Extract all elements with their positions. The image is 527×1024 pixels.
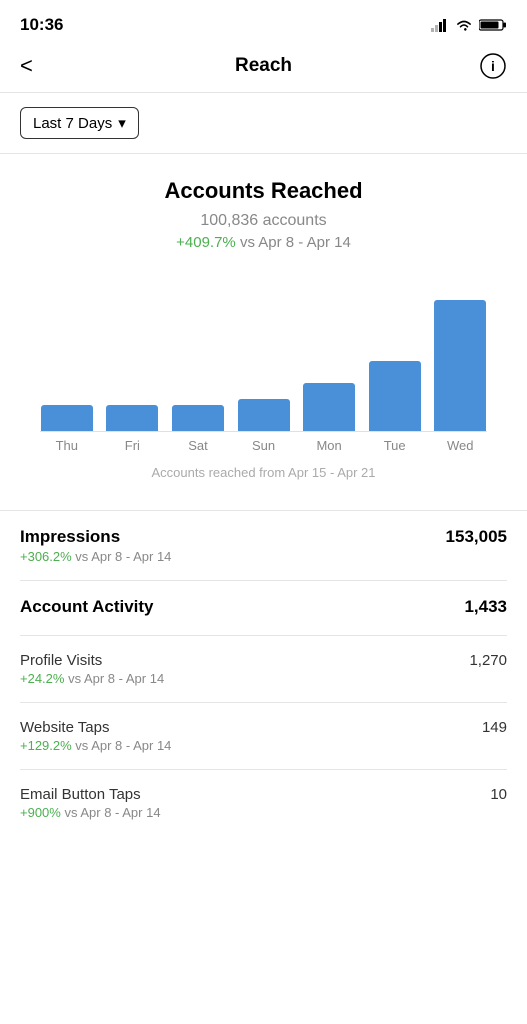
battery-icon bbox=[479, 18, 507, 32]
stat-header-website-taps: Website Taps 149 bbox=[20, 719, 507, 736]
stat-change-suffix-website-taps: vs Apr 8 - Apr 14 bbox=[72, 738, 172, 753]
status-icons bbox=[431, 18, 507, 32]
stat-change-positive-website-taps: +129.2% bbox=[20, 738, 72, 753]
chart-label-thu: Thu bbox=[34, 438, 100, 453]
status-time: 10:36 bbox=[20, 15, 63, 35]
chart-label-fri: Fri bbox=[100, 438, 166, 453]
bar-wrapper-fri bbox=[100, 405, 166, 431]
stat-label-profile-visits: Profile Visits bbox=[20, 652, 102, 669]
stat-row-account-activity: Account Activity 1,433 bbox=[20, 581, 507, 636]
stat-change-positive-impressions: +306.2% bbox=[20, 549, 72, 564]
stat-label-email-button-taps: Email Button Taps bbox=[20, 786, 141, 803]
nav-bar: < Reach i bbox=[0, 44, 527, 93]
wifi-icon bbox=[455, 18, 473, 32]
stat-value-profile-visits: 1,270 bbox=[469, 652, 507, 669]
stat-value-email-button-taps: 10 bbox=[490, 786, 507, 803]
bar-wrapper-mon bbox=[296, 383, 362, 431]
chevron-down-icon: ▾ bbox=[118, 114, 126, 132]
stat-change-suffix-email-button-taps: vs Apr 8 - Apr 14 bbox=[61, 805, 161, 820]
stat-change-impressions: +306.2% vs Apr 8 - Apr 14 bbox=[20, 549, 507, 564]
bar-tue bbox=[369, 361, 421, 431]
bar-wrapper-wed bbox=[427, 300, 493, 431]
accounts-change-suffix: vs Apr 8 - Apr 14 bbox=[236, 234, 351, 251]
back-button[interactable]: < bbox=[20, 53, 64, 79]
stat-change-suffix-profile-visits: vs Apr 8 - Apr 14 bbox=[64, 671, 164, 686]
stat-value-website-taps: 149 bbox=[482, 719, 507, 736]
status-bar: 10:36 bbox=[0, 0, 527, 44]
stat-row-website-taps: Website Taps 149 +129.2% vs Apr 8 - Apr 14 bbox=[20, 703, 507, 770]
accounts-change: +409.7% vs Apr 8 - Apr 14 bbox=[20, 234, 507, 251]
bar-thu bbox=[41, 405, 93, 431]
info-button[interactable]: i bbox=[463, 52, 507, 80]
chart-label-mon: Mon bbox=[296, 438, 362, 453]
stat-change-profile-visits: +24.2% vs Apr 8 - Apr 14 bbox=[20, 671, 507, 686]
stat-label-website-taps: Website Taps bbox=[20, 719, 110, 736]
bar-wrapper-sat bbox=[165, 405, 231, 431]
bar-sat bbox=[172, 405, 224, 431]
accounts-count: 100,836 accounts bbox=[20, 212, 507, 230]
chart-label-sun: Sun bbox=[231, 438, 297, 453]
accounts-change-positive: +409.7% bbox=[176, 234, 236, 251]
stat-change-email-button-taps: +900% vs Apr 8 - Apr 14 bbox=[20, 805, 507, 820]
chart-label-sat: Sat bbox=[165, 438, 231, 453]
bar-fri bbox=[106, 405, 158, 431]
chart-caption: Accounts reached from Apr 15 - Apr 21 bbox=[20, 457, 507, 500]
stat-header-impressions: Impressions 153,005 bbox=[20, 527, 507, 547]
bar-sun bbox=[238, 399, 290, 431]
chart-label-wed: Wed bbox=[427, 438, 493, 453]
stat-change-suffix-impressions: vs Apr 8 - Apr 14 bbox=[72, 549, 172, 564]
stat-label-impressions: Impressions bbox=[20, 527, 120, 547]
date-range-dropdown[interactable]: Last 7 Days ▾ bbox=[20, 107, 139, 139]
stat-label-account-activity: Account Activity bbox=[20, 597, 154, 617]
bar-wrapper-tue bbox=[362, 361, 428, 431]
stat-value-account-activity: 1,433 bbox=[464, 597, 507, 617]
bar-wed bbox=[434, 300, 486, 431]
stat-header-account-activity: Account Activity 1,433 bbox=[20, 597, 507, 617]
stats-section: Impressions 153,005 +306.2% vs Apr 8 - Apr… bbox=[0, 511, 527, 836]
page-title: Reach bbox=[235, 55, 292, 77]
info-icon: i bbox=[479, 52, 507, 80]
chart-bars-container bbox=[30, 271, 497, 431]
signal-icon bbox=[431, 18, 449, 32]
stat-change-positive-email-button-taps: +900% bbox=[20, 805, 61, 820]
date-range-label: Last 7 Days bbox=[33, 115, 112, 132]
stat-header-email-button-taps: Email Button Taps 10 bbox=[20, 786, 507, 803]
stat-row-profile-visits: Profile Visits 1,270 +24.2% vs Apr 8 - Apr… bbox=[20, 636, 507, 703]
chart-label-tue: Tue bbox=[362, 438, 428, 453]
section-title: Accounts Reached bbox=[20, 178, 507, 204]
stat-row-impressions: Impressions 153,005 +306.2% vs Apr 8 - Apr… bbox=[20, 511, 507, 581]
stat-change-website-taps: +129.2% vs Apr 8 - Apr 14 bbox=[20, 738, 507, 753]
stat-header-profile-visits: Profile Visits 1,270 bbox=[20, 652, 507, 669]
filter-bar: Last 7 Days ▾ bbox=[0, 93, 527, 154]
svg-text:i: i bbox=[491, 58, 495, 74]
bar-wrapper-sun bbox=[231, 399, 297, 431]
chart-labels: ThuFriSatSunMonTueWed bbox=[30, 432, 497, 453]
accounts-reached-section: Accounts Reached 100,836 accounts +409.7… bbox=[0, 154, 527, 511]
stat-row-email-button-taps: Email Button Taps 10 +900% vs Apr 8 - Apr … bbox=[20, 770, 507, 836]
bar-wrapper-thu bbox=[34, 405, 100, 431]
bar-mon bbox=[303, 383, 355, 431]
stat-change-positive-profile-visits: +24.2% bbox=[20, 671, 64, 686]
bar-chart: ThuFriSatSunMonTueWed bbox=[20, 271, 507, 453]
stat-value-impressions: 153,005 bbox=[446, 527, 507, 547]
